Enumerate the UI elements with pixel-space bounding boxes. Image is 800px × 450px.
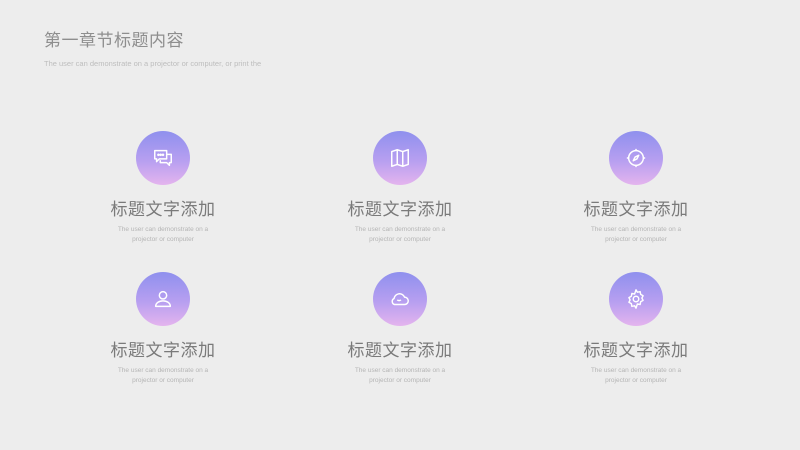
card-description: The user can demonstrate on a projector … xyxy=(117,367,209,384)
feature-card-1: 标题文字添加 The user can demonstrate on a pro… xyxy=(83,131,243,245)
feature-card-4: 标题文字添加 The user can demonstrate on a pro… xyxy=(83,272,243,386)
feature-card-6: 标题文字添加 The user can demonstrate on a pro… xyxy=(556,272,716,386)
icon-circle xyxy=(373,131,427,185)
gear-icon xyxy=(628,289,644,309)
card-description: The user can demonstrate on a projector … xyxy=(590,226,682,243)
card-description: The user can demonstrate on a projector … xyxy=(117,226,209,243)
icon-circle xyxy=(609,131,663,185)
icon-circle xyxy=(609,272,663,326)
user-icon xyxy=(154,290,172,308)
card-title: 标题文字添加 xyxy=(583,200,689,220)
icon-circle xyxy=(373,272,427,326)
card-description: The user can demonstrate on a projector … xyxy=(590,367,682,384)
card-title: 标题文字添加 xyxy=(583,341,689,361)
feature-grid: 标题文字添加 The user can demonstrate on a pro… xyxy=(0,0,800,450)
card-description: The user can demonstrate on a projector … xyxy=(354,226,446,243)
cloud-icon xyxy=(391,293,409,306)
card-title: 标题文字添加 xyxy=(347,200,453,220)
compass-icon xyxy=(626,148,646,168)
chat-icon xyxy=(154,149,172,167)
map-icon xyxy=(391,149,409,167)
feature-card-3: 标题文字添加 The user can demonstrate on a pro… xyxy=(556,131,716,245)
icon-circle xyxy=(136,272,190,326)
card-title: 标题文字添加 xyxy=(110,200,216,220)
feature-card-5: 标题文字添加 The user can demonstrate on a pro… xyxy=(320,272,480,386)
icon-circle xyxy=(136,131,190,185)
card-description: The user can demonstrate on a projector … xyxy=(354,367,446,384)
feature-card-2: 标题文字添加 The user can demonstrate on a pro… xyxy=(320,131,480,245)
card-title: 标题文字添加 xyxy=(347,341,453,361)
card-title: 标题文字添加 xyxy=(110,341,216,361)
